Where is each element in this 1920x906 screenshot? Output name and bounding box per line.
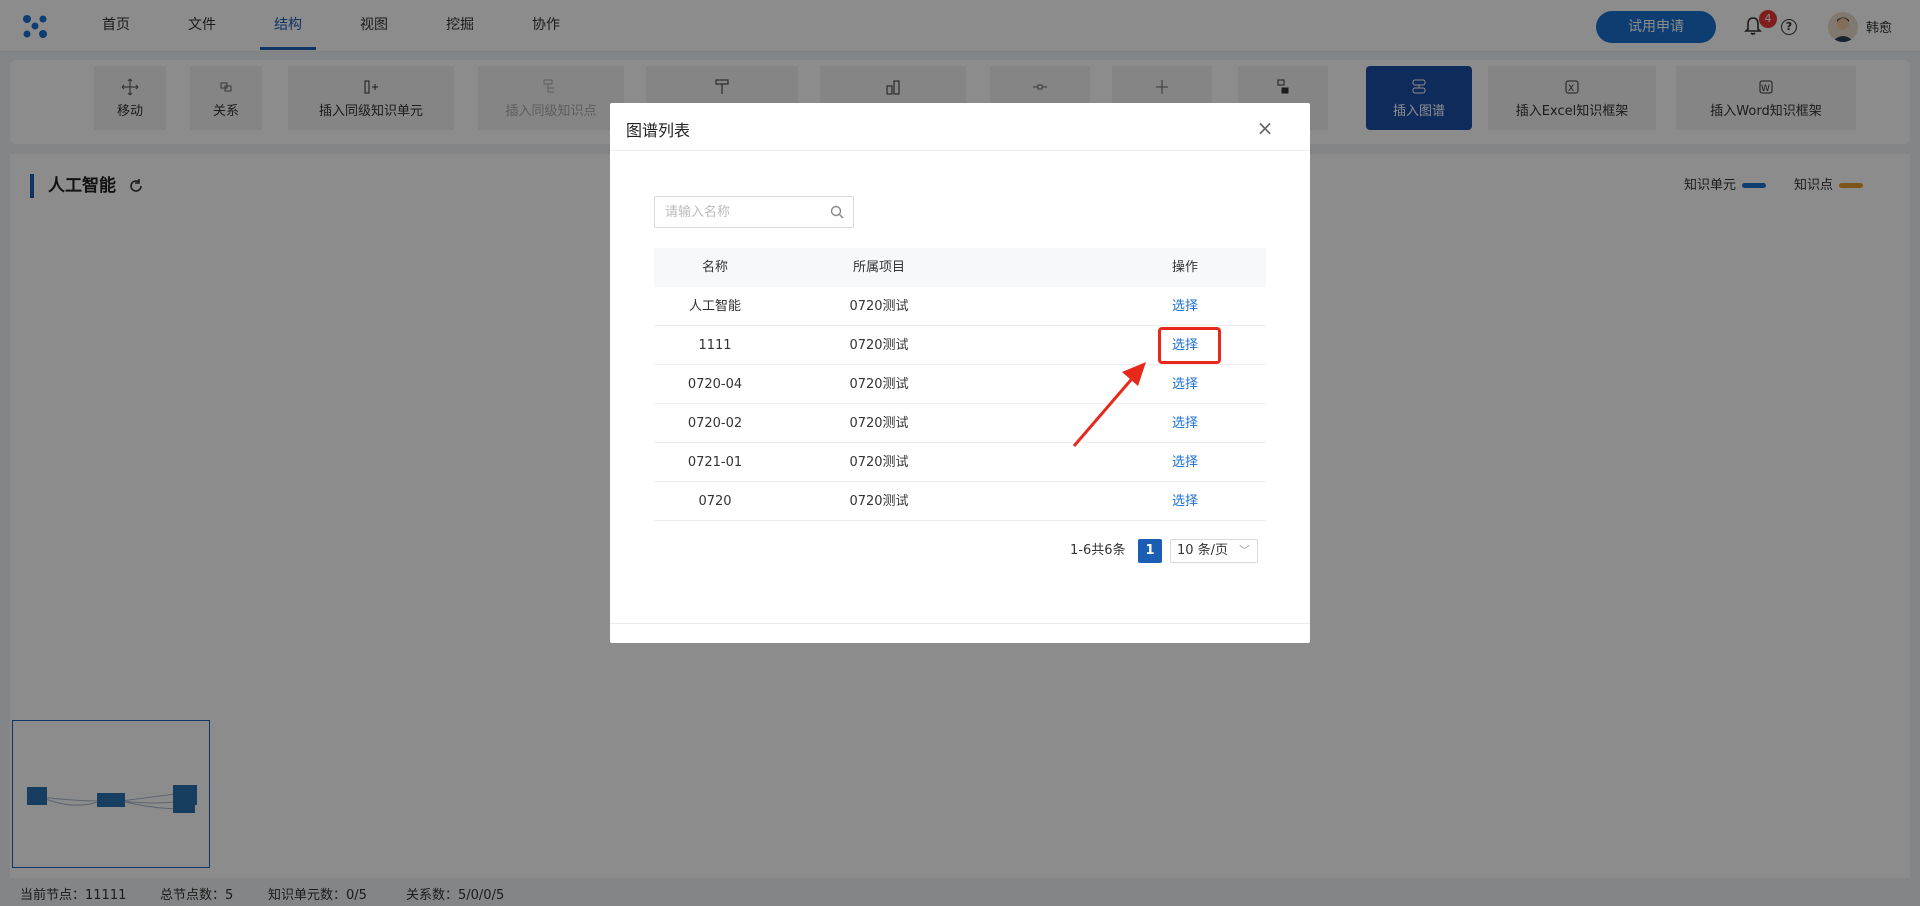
column-header-project: 所属项目 [852, 260, 905, 275]
graph-list-dialog: 图谱列表 × 名称 所属项目 操作 人工智能 0720测试 选择 1111 07… [610, 103, 1310, 643]
row-project: 0720测试 [849, 299, 909, 314]
page-size-select[interactable]: 10 条/页 ﹀ [1170, 539, 1258, 563]
row-project: 0720测试 [849, 338, 909, 353]
table-row: 人工智能 0720测试 选择 [654, 287, 1266, 326]
row-project: 0720测试 [849, 494, 909, 509]
column-header-name: 名称 [701, 260, 728, 275]
select-link[interactable]: 选择 [1124, 482, 1246, 521]
close-icon[interactable]: × [1254, 117, 1276, 139]
search-icon[interactable] [830, 205, 844, 219]
table-header: 名称 所属项目 操作 [654, 248, 1266, 287]
annotation-highlight-box [1158, 327, 1221, 364]
dialog-header: 图谱列表 × [610, 103, 1310, 151]
row-name: 人工智能 [688, 299, 741, 314]
table-row: 0720 0720测试 选择 [654, 482, 1266, 521]
dialog-title: 图谱列表 [626, 121, 691, 140]
page-size-value: 10 条/页 [1177, 543, 1229, 558]
table-row: 0720-02 0720测试 选择 [654, 404, 1266, 443]
row-name: 0721-01 [687, 455, 743, 470]
select-link[interactable]: 选择 [1124, 443, 1246, 482]
row-name: 0720 [698, 494, 732, 509]
pagination-summary: 1-6共6条 [1070, 543, 1126, 558]
row-name: 0720-04 [687, 377, 743, 392]
column-header-action: 操作 [1171, 260, 1198, 275]
row-project: 0720测试 [849, 416, 909, 431]
row-name: 0720-02 [687, 416, 743, 431]
table-row: 0720-04 0720测试 选择 [654, 365, 1266, 404]
chevron-down-icon: ﹀ [1239, 544, 1250, 557]
page-number-button[interactable]: 1 [1138, 539, 1162, 563]
select-link[interactable]: 选择 [1124, 365, 1246, 404]
row-name: 1111 [698, 338, 732, 353]
name-search-input[interactable] [655, 197, 815, 227]
row-project: 0720测试 [849, 455, 909, 470]
dialog-footer-divider [610, 623, 1310, 624]
select-link[interactable]: 选择 [1124, 287, 1246, 326]
graph-table: 名称 所属项目 操作 人工智能 0720测试 选择 1111 0720测试 选择… [654, 248, 1266, 521]
name-search-box [654, 196, 854, 228]
table-row: 0721-01 0720测试 选择 [654, 443, 1266, 482]
select-link[interactable]: 选择 [1124, 404, 1246, 443]
row-project: 0720测试 [849, 377, 909, 392]
